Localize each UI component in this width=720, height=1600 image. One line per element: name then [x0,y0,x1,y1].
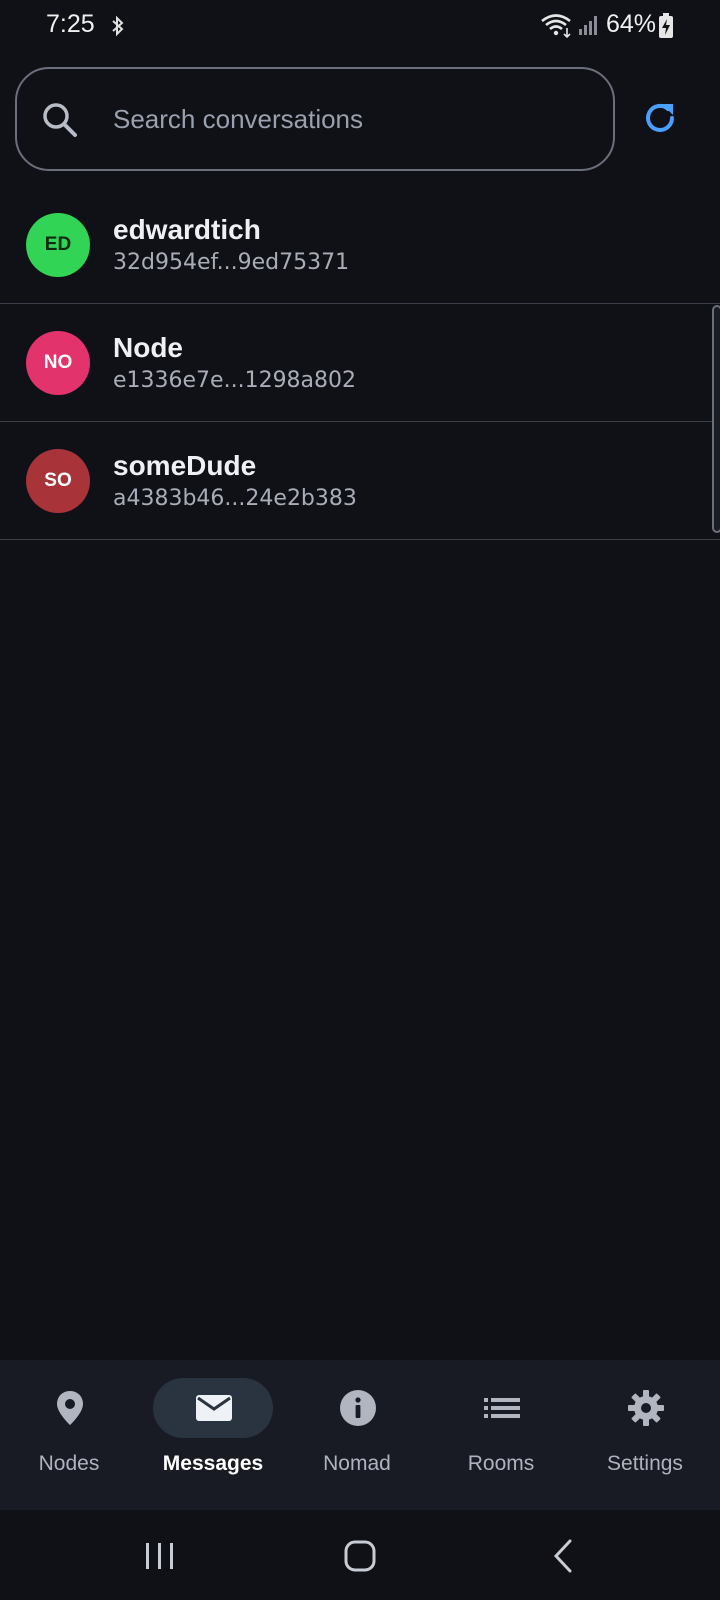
search-bar[interactable] [15,67,615,171]
nav-item-nomad[interactable]: Nomad [288,1360,432,1510]
wifi-icon [541,14,571,38]
search-icon [43,103,77,137]
nav-label: Rooms [467,1452,535,1475]
avatar-initials: NO [43,352,73,373]
nav-item-messages[interactable]: Messages [144,1360,288,1510]
conversation-item[interactable]: SO someDude a4383b46...24e2b383 [0,422,720,540]
gear-icon [628,1390,664,1426]
conversation-hash: e1336e7e...1298a802 [113,368,357,393]
avatar: ED [26,213,90,277]
conversation-list: ED edwardtich 32d954ef...9ed75371 NO Nod… [0,186,720,540]
nav-label: Nomad [323,1452,391,1475]
nav-label: Settings [607,1452,683,1475]
bluetooth-icon [112,15,124,37]
screen: 7:25 64% Search conversations ED edwardt… [0,0,720,1600]
nav-item-rooms[interactable]: Rooms [432,1360,576,1510]
conversation-name: someDude [113,450,257,481]
list-icon [484,1398,520,1418]
scrollbar-thumb[interactable] [712,305,720,533]
avatar: NO [26,331,90,395]
status-bar: 7:25 64% [0,0,720,52]
signal-icon [579,16,597,35]
nav-label: Nodes [38,1452,100,1475]
conversation-name: edwardtich [113,214,261,245]
nav-item-nodes[interactable]: Nodes [0,1360,144,1510]
conversation-item[interactable]: NO Node e1336e7e...1298a802 [0,304,720,422]
conversation-hash: a4383b46...24e2b383 [113,486,357,511]
home-icon[interactable] [340,1536,380,1576]
status-time: 7:25 [46,10,95,38]
conversation-name: Node [113,332,183,363]
back-icon[interactable] [544,1536,584,1576]
avatar: SO [26,449,90,513]
conversation-item[interactable]: ED edwardtich 32d954ef...9ed75371 [0,186,720,304]
avatar-initials: ED [44,234,72,255]
nav-item-settings[interactable]: Settings [576,1360,720,1510]
nav-label: Messages [162,1452,264,1475]
recent-apps-icon[interactable] [140,1536,180,1576]
search-input[interactable] [113,99,583,139]
envelope-icon [196,1395,232,1421]
refresh-icon[interactable] [640,98,680,138]
info-icon [340,1390,376,1426]
avatar-initials: SO [44,470,72,491]
system-navigation-bar [0,1510,720,1600]
battery-charging-icon [659,13,673,38]
bottom-navigation: Nodes Messages Nomad Rooms Settings [0,1360,720,1510]
location-pin-icon [57,1391,83,1425]
conversation-hash: 32d954ef...9ed75371 [113,250,350,275]
battery-percent: 64% [606,10,657,38]
